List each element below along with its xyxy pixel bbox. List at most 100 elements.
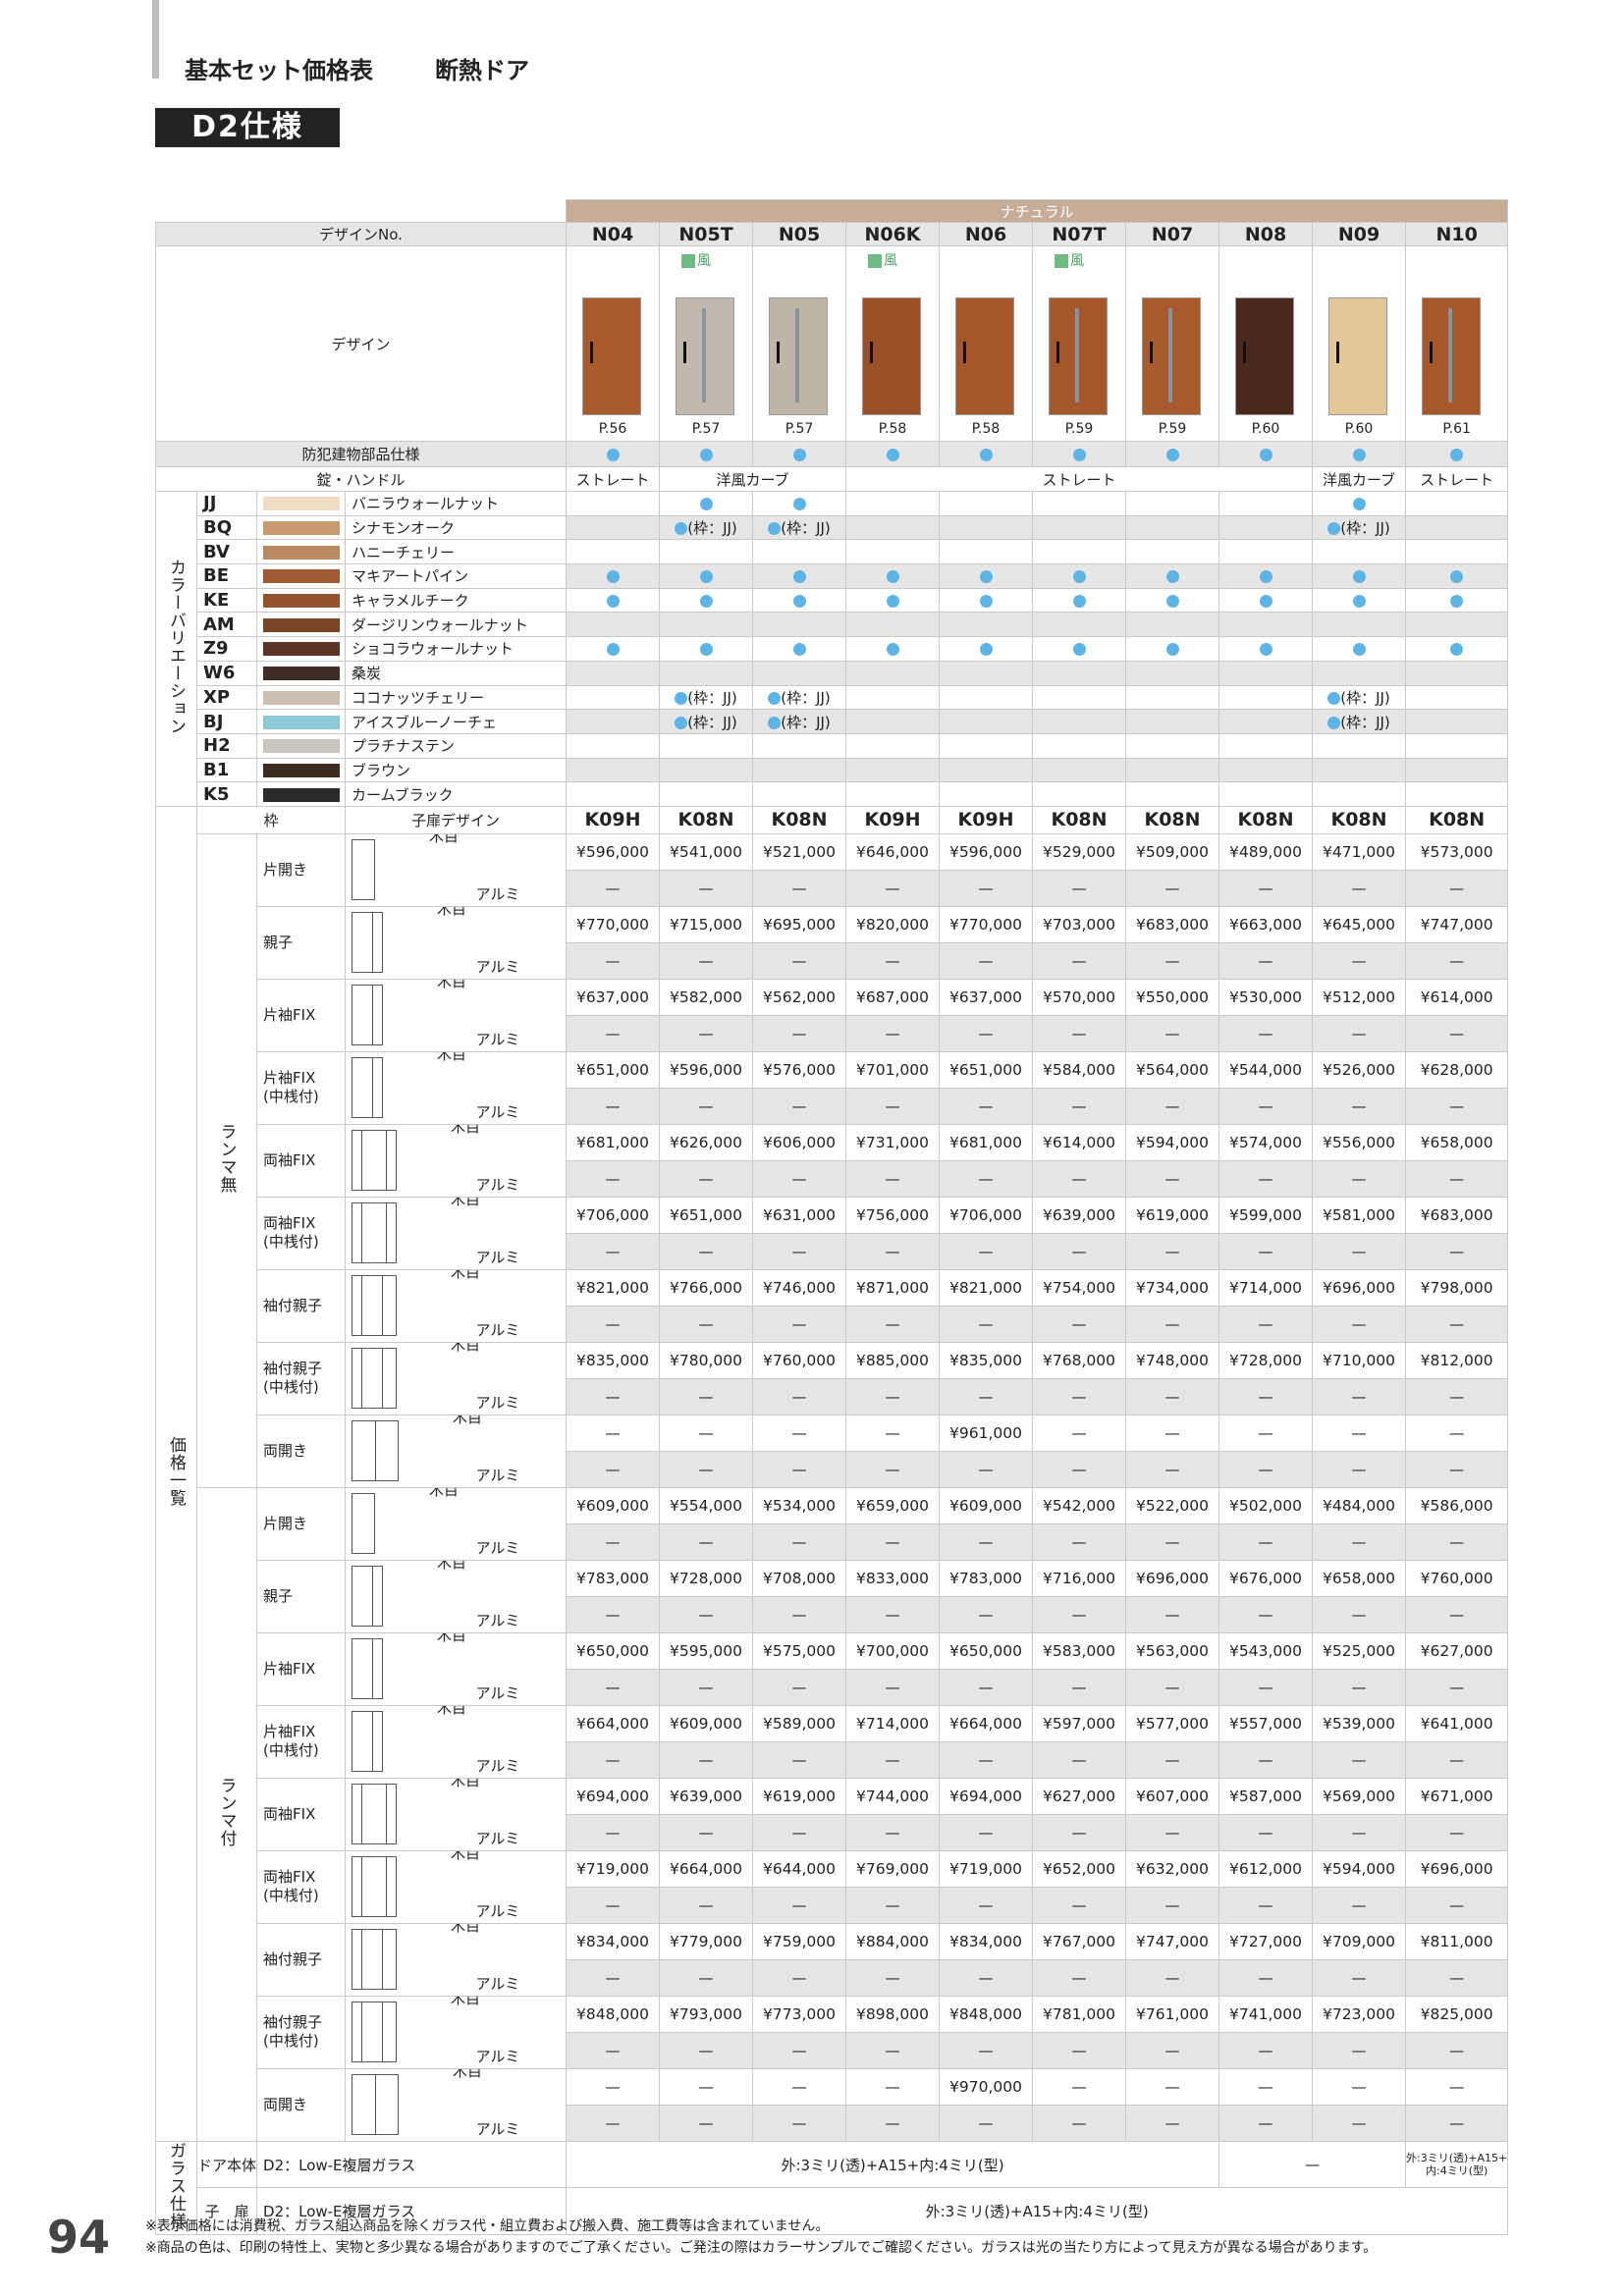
door-type-label: 両袖FIX (中桟付) bbox=[256, 1196, 347, 1270]
available-dot-icon bbox=[1327, 522, 1341, 536]
available-dot-icon bbox=[886, 569, 899, 583]
color-availability-cell bbox=[1032, 587, 1127, 614]
door-panel-line bbox=[361, 1276, 363, 1336]
price-alumi: — bbox=[845, 1305, 941, 1343]
price-wood: ¥534,000 bbox=[752, 1486, 847, 1524]
color-availability-cell bbox=[1218, 563, 1314, 589]
door-body-text: ドア本体 bbox=[197, 2156, 257, 2174]
door-type-text: 両袖FIX bbox=[263, 1804, 316, 1823]
price-alumi: — bbox=[1312, 1159, 1407, 1198]
frame-code: K08N bbox=[752, 805, 847, 834]
door-type-icon-cell: 木目 アルミ bbox=[345, 1050, 568, 1125]
price-wood: ¥747,000 bbox=[1125, 1922, 1220, 1960]
katasode2-door-icon bbox=[352, 1711, 384, 1773]
table-row: BJ アイスブルーノーチェ (枠：JJ) (枠：JJ) (枠：JJ) bbox=[156, 709, 1509, 734]
wood-label: 木目 bbox=[453, 2068, 483, 2081]
color-code-text: BJ bbox=[203, 711, 224, 732]
color-availability-cell bbox=[566, 684, 661, 711]
color-swatch bbox=[263, 594, 341, 609]
door-image-wrap: 風 P.58 bbox=[847, 247, 939, 441]
door-type-text: 両袖FIX bbox=[263, 1150, 316, 1169]
price-wood: ¥708,000 bbox=[752, 1559, 847, 1597]
door-type-label: 片袖FIX bbox=[256, 978, 347, 1052]
price-wood: ¥706,000 bbox=[939, 1196, 1034, 1234]
color-availability-cell bbox=[939, 612, 1034, 638]
price-wood: ¥848,000 bbox=[566, 1995, 661, 2033]
price-alumi: — bbox=[566, 1740, 661, 1779]
price-alumi: — bbox=[659, 1958, 754, 1997]
door-icon-wrap bbox=[352, 2074, 400, 2136]
table-row: AM ダージリンウォールナット bbox=[156, 612, 1509, 638]
price-alumi: — bbox=[1125, 1740, 1220, 1779]
design-label: デザイン bbox=[154, 245, 568, 442]
alumi-label: アルミ bbox=[475, 1538, 520, 1557]
price-alumi: — bbox=[1032, 1595, 1127, 1633]
price-alumi: — bbox=[566, 1232, 661, 1270]
price-alumi: — bbox=[845, 1740, 941, 1779]
price-wood: ¥695,000 bbox=[752, 905, 847, 943]
design-code: N07T bbox=[1032, 222, 1127, 246]
price-alumi: — bbox=[939, 1305, 1034, 1343]
price-wood: ¥652,000 bbox=[1032, 1849, 1127, 1888]
available-dot-icon bbox=[886, 594, 899, 608]
design-image-cell: 風 P.59 bbox=[1032, 245, 1127, 442]
color-swatch-cell bbox=[256, 757, 347, 783]
table-row: H2 プラチナステン bbox=[156, 732, 1509, 759]
door-handle-icon bbox=[1430, 342, 1434, 363]
alumi-label: アルミ bbox=[475, 1030, 520, 1048]
price-wood: — bbox=[659, 1414, 754, 1452]
color-swatch-cell bbox=[256, 732, 347, 759]
price-wood: ¥811,000 bbox=[1405, 1922, 1509, 1960]
price-wood: ¥783,000 bbox=[566, 1559, 661, 1597]
price-wood: ¥644,000 bbox=[752, 1849, 847, 1888]
price-alumi: — bbox=[1125, 1305, 1220, 1343]
door-type-label: 両開き bbox=[256, 1414, 347, 1488]
price-wood: ¥556,000 bbox=[1312, 1123, 1407, 1161]
door-type-text: 片袖FIX bbox=[263, 1005, 316, 1024]
price-alumi: — bbox=[1125, 1813, 1220, 1851]
available-dot-icon bbox=[675, 522, 688, 536]
ryosode2-door-icon bbox=[352, 1202, 398, 1264]
frame-code: K08N bbox=[1312, 805, 1407, 834]
door-icon-wrap bbox=[352, 1784, 398, 1845]
design-image-cell: P.58 bbox=[939, 245, 1034, 442]
price-wood: ¥767,000 bbox=[1032, 1922, 1127, 1960]
color-swatch bbox=[263, 497, 341, 511]
price-alumi: — bbox=[845, 941, 941, 980]
alumi-label: アルミ bbox=[475, 1901, 520, 1920]
wood-label: 木目 bbox=[451, 1342, 481, 1355]
available-dot-icon bbox=[1165, 569, 1179, 583]
available-dot-icon bbox=[699, 594, 713, 608]
door-panel-line bbox=[361, 1857, 363, 1917]
door-panel-line bbox=[372, 1058, 374, 1118]
price-wood: — bbox=[566, 2067, 661, 2106]
lock-type: 洋風カーブ bbox=[659, 466, 847, 492]
price-wood: ¥671,000 bbox=[1405, 1777, 1509, 1815]
available-dot-icon bbox=[1450, 448, 1464, 461]
price-wood: ¥744,000 bbox=[845, 1777, 941, 1815]
door-type-label: 片袖FIX (中桟付) bbox=[256, 1050, 347, 1125]
wood-label: 木目 bbox=[451, 1269, 481, 1282]
page-reference: P.58 bbox=[878, 421, 907, 437]
available-dot-icon bbox=[1450, 642, 1464, 656]
price-wood: ¥706,000 bbox=[566, 1196, 661, 1234]
frame-jj-note: (枠：JJ) bbox=[1340, 713, 1390, 731]
price-wood: ¥820,000 bbox=[845, 905, 941, 943]
child-design-label: 子扉デザイン bbox=[345, 805, 568, 834]
door-type-label: 両袖FIX bbox=[256, 1777, 347, 1851]
door-handle-icon bbox=[1336, 342, 1340, 363]
price-alumi: — bbox=[1312, 1813, 1407, 1851]
color-availability-cell: (枠：JJ) bbox=[752, 709, 847, 734]
door-type-label: 片袖FIX bbox=[256, 1631, 347, 1706]
door-image-wrap: P.61 bbox=[1407, 247, 1507, 441]
footnote: ※商品の色は、印刷の特性上、実物と多少異なる場合がありますのでご了承ください。ご… bbox=[145, 2240, 1378, 2256]
wood-label: 木目 bbox=[451, 1197, 481, 1209]
price-alumi: — bbox=[1218, 1014, 1314, 1052]
price-wood: ¥681,000 bbox=[939, 1123, 1034, 1161]
door-icon-wrap bbox=[352, 985, 384, 1046]
price-wood: ¥770,000 bbox=[566, 905, 661, 943]
door-image-wrap: 風 P.57 bbox=[661, 247, 752, 441]
price-wood: ¥509,000 bbox=[1125, 832, 1220, 871]
price-alumi: — bbox=[1405, 1450, 1509, 1488]
door-glass-slit bbox=[795, 308, 800, 402]
